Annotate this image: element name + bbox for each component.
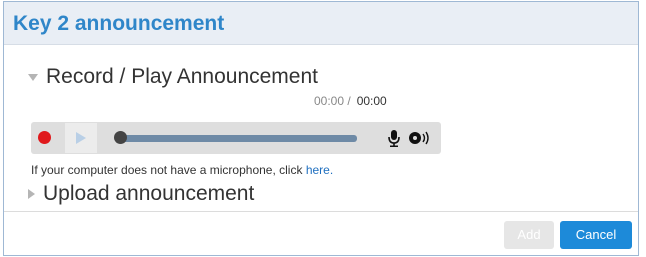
duration-time: 00:00 [356, 94, 387, 108]
announcement-dialog: Key 2 announcement Record / Play Announc… [3, 1, 639, 256]
play-button[interactable] [65, 123, 97, 153]
dialog-title: Key 2 announcement [13, 12, 225, 35]
audio-player [31, 122, 441, 154]
microphone-note-link[interactable]: here. [306, 163, 333, 177]
record-button[interactable] [38, 131, 51, 144]
dialog-header: Key 2 announcement [4, 2, 638, 45]
upload-section-toggle[interactable]: Upload announcement [28, 182, 254, 206]
caret-right-icon [28, 189, 35, 199]
progress-track[interactable] [121, 135, 357, 142]
footer-divider [4, 211, 638, 212]
record-play-section-toggle[interactable]: Record / Play Announcement [28, 65, 318, 89]
add-button[interactable]: Add [504, 221, 554, 249]
time-readout: 00:00 / 00:00 [314, 94, 387, 108]
caret-down-icon [28, 73, 38, 81]
current-time: 00:00 / [314, 94, 351, 108]
progress-knob[interactable] [114, 131, 127, 144]
cancel-button[interactable]: Cancel [560, 221, 632, 249]
microphone-note: If your computer does not have a microph… [31, 163, 333, 177]
speaker-icon[interactable] [408, 129, 434, 152]
microphone-note-text: If your computer does not have a microph… [31, 163, 306, 177]
record-play-section-label: Record / Play Announcement [46, 65, 318, 88]
play-icon [76, 132, 86, 144]
microphone-icon[interactable] [388, 129, 400, 152]
upload-section-label: Upload announcement [43, 182, 255, 205]
